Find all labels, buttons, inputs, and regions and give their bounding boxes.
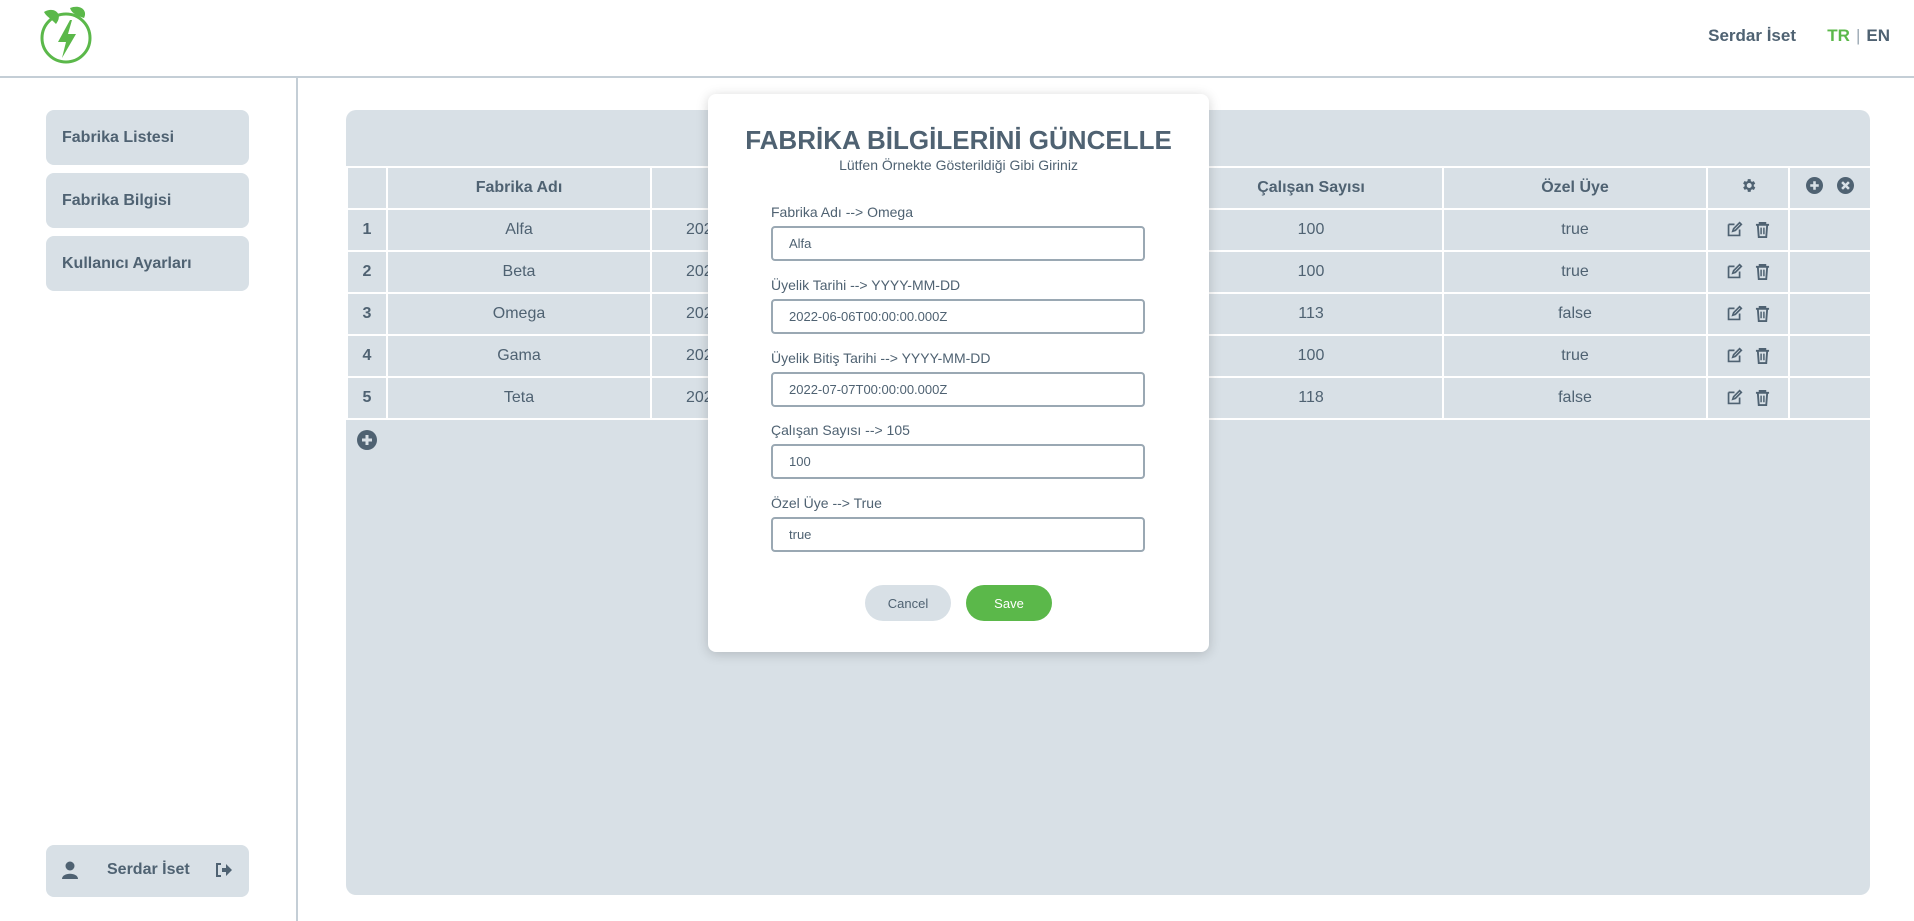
lang-en[interactable]: EN [1866,26,1890,45]
column-header-factory-name[interactable]: Fabrika Adı [386,166,652,210]
cell-empty [1788,208,1872,252]
update-factory-modal: FABRİKA BİLGİLERİNİ GÜNCELLE Lütfen Örne… [708,94,1209,652]
sidebar: Fabrika Listesi Fabrika Bilgisi Kullanıc… [0,78,298,921]
cell-factory-name: Omega [386,292,652,336]
close-circle-icon[interactable] [1837,177,1855,194]
membership-end-date-label: Üyelik Bitiş Tarihi --> YYYY-MM-DD [771,350,991,366]
cell-special-member: false [1442,376,1708,420]
cell-empty [1788,250,1872,294]
cell-row-actions [1706,376,1790,420]
top-header: Serdar İset TR | EN [0,0,1914,78]
column-header-index [346,166,388,210]
cell-factory-name: Gama [386,334,652,378]
edit-icon[interactable] [1726,263,1743,280]
sidebar-item-user-settings[interactable]: Kullanıcı Ayarları [46,236,249,291]
cell-row-actions [1706,208,1790,252]
cell-employee-count: 100 [1178,250,1444,294]
column-header-settings [1706,166,1790,210]
save-button[interactable]: Save [966,585,1052,621]
edit-icon[interactable] [1726,221,1743,238]
sign-out-icon[interactable] [215,862,233,878]
membership-date-input[interactable] [771,299,1145,334]
cell-factory-name: Alfa [386,208,652,252]
row-index: 1 [346,208,388,252]
lang-tr[interactable]: TR [1827,26,1850,45]
cell-special-member: true [1442,334,1708,378]
trash-icon[interactable] [1755,389,1770,407]
sidebar-user-name: Serdar İset [107,861,190,878]
cell-factory-name: Teta [386,376,652,420]
user-icon [62,861,78,879]
cell-employee-count: 100 [1178,208,1444,252]
plus-circle-icon[interactable] [1805,177,1823,194]
cell-row-actions [1706,334,1790,378]
column-header-employee-count[interactable]: Çalışan Sayısı [1178,166,1444,210]
employee-count-label: Çalışan Sayısı --> 105 [771,422,910,438]
cell-special-member: false [1442,292,1708,336]
edit-icon[interactable] [1726,389,1743,406]
row-index: 5 [346,376,388,420]
membership-date-label: Üyelik Tarihi --> YYYY-MM-DD [771,277,961,293]
cell-employee-count: 118 [1178,376,1444,420]
cell-row-actions [1706,250,1790,294]
column-header-add-close [1788,166,1872,210]
language-switcher: TR | EN [1827,26,1890,46]
trash-icon[interactable] [1755,263,1770,281]
trash-icon[interactable] [1755,347,1770,365]
cancel-button[interactable]: Cancel [865,585,951,621]
leaf-bolt-logo[interactable] [34,4,96,66]
trash-icon[interactable] [1755,221,1770,239]
special-member-input[interactable] [771,517,1145,552]
cell-employee-count: 113 [1178,292,1444,336]
edit-icon[interactable] [1726,305,1743,322]
edit-icon[interactable] [1726,347,1743,364]
row-index: 3 [346,292,388,336]
cell-employee-count: 100 [1178,334,1444,378]
row-index: 4 [346,334,388,378]
cell-row-actions [1706,292,1790,336]
gear-icon[interactable] [1740,177,1757,194]
modal-title: FABRİKA BİLGİLERİNİ GÜNCELLE [745,125,1172,155]
column-header-special-member[interactable]: Özel Üye [1442,166,1708,210]
factory-name-label: Fabrika Adı --> Omega [771,204,914,220]
cell-empty [1788,292,1872,336]
special-member-label: Özel Üye --> True [771,495,882,511]
cell-special-member: true [1442,250,1708,294]
row-index: 2 [346,250,388,294]
add-row-icon[interactable] [357,430,377,450]
sidebar-item-factory-list[interactable]: Fabrika Listesi [46,110,249,165]
header-user-name[interactable]: Serdar İset [1708,26,1796,46]
cell-empty [1788,376,1872,420]
lang-separator: | [1855,26,1861,45]
cell-empty [1788,334,1872,378]
factory-name-input[interactable] [771,226,1145,261]
membership-end-date-input[interactable] [771,372,1145,407]
sidebar-item-factory-info[interactable]: Fabrika Bilgisi [46,173,249,228]
employee-count-input[interactable] [771,444,1145,479]
cell-factory-name: Beta [386,250,652,294]
modal-subtitle: Lütfen Örnekte Gösterildiği Gibi Giriniz [839,157,1078,173]
cell-special-member: true [1442,208,1708,252]
sidebar-user-box[interactable]: Serdar İset [46,845,249,897]
trash-icon[interactable] [1755,305,1770,323]
